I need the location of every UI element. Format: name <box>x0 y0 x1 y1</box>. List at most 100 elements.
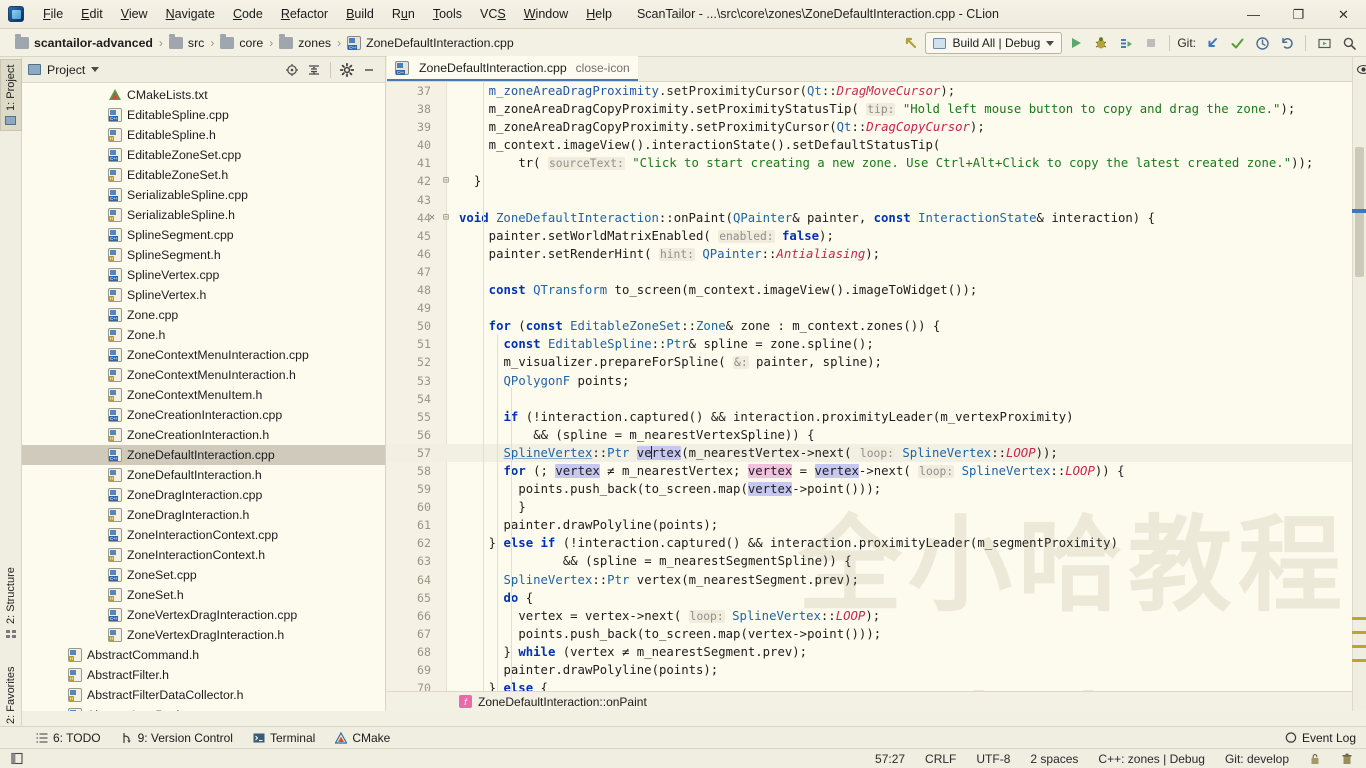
code-line[interactable]: 39 m_zoneAreaDragCopyProximity.setProximi… <box>387 118 1366 136</box>
code-line[interactable]: 58 for (; vertex ≠ m_nearestVertex; verte… <box>387 462 1366 480</box>
tree-file-item[interactable]: H ZoneCreationInteraction.h <box>22 425 385 445</box>
tree-file-item[interactable]: H ZoneDefaultInteraction.h <box>22 465 385 485</box>
code-line[interactable]: 68} while (vertex ≠ m_nearestSegment.pre… <box>387 643 1366 661</box>
collapse-all-icon[interactable] <box>304 60 324 80</box>
code-text[interactable]: && (spline = m_nearestSegmentSpline)) { <box>459 552 1366 570</box>
debug-icon[interactable] <box>1090 32 1112 54</box>
bottom-tab-cmake[interactable]: CMake <box>325 730 400 746</box>
code-text[interactable]: points.push_back(to_screen.map(vertex->p… <box>459 480 1366 498</box>
menu-item-code[interactable]: Code <box>224 4 272 24</box>
tree-file-item[interactable]: H SplineSegment.h <box>22 245 385 265</box>
project-file-tree[interactable]: CMakeLists.txt C++ EditableSpline.cpp H Edit… <box>22 83 385 711</box>
tree-file-item[interactable]: C++ SplineSegment.cpp <box>22 225 385 245</box>
code-line[interactable]: 40 m_context.imageView().interactionState… <box>387 136 1366 154</box>
code-fold-toggle-icon[interactable]: ⊟ <box>443 172 449 190</box>
tree-file-item[interactable]: C++ SplineVertex.cpp <box>22 265 385 285</box>
code-text[interactable]: } <box>459 498 1366 516</box>
run-with-coverage-icon[interactable] <box>1115 32 1137 54</box>
history-clock-icon[interactable] <box>1251 32 1273 54</box>
code-line[interactable]: 37 m_zoneAreaDragProximity.setProximityCu… <box>387 82 1366 100</box>
menu-item-file[interactable]: File <box>34 4 72 24</box>
menu-item-window[interactable]: Window <box>515 4 577 24</box>
code-line[interactable]: 57 SplineVertex::Ptr vertex(m_nearestVert… <box>387 443 1366 463</box>
git-branch[interactable]: Git: develop <box>1222 751 1292 767</box>
tree-file-item[interactable]: H AbstractFilter.h <box>22 665 385 685</box>
code-text[interactable]: && (spline = m_nearestVertexSpline)) { <box>459 426 1366 444</box>
code-text[interactable]: m_zoneAreaDragCopyProximity.setProximity… <box>459 100 1366 119</box>
code-line[interactable]: 45 painter.setWorldMatrixEnabled( enabled… <box>387 227 1366 245</box>
run-icon[interactable] <box>1065 32 1087 54</box>
code-text[interactable]: if (!interaction.captured() && interacti… <box>459 408 1366 426</box>
tree-file-item[interactable]: H ZoneInteractionContext.h <box>22 545 385 565</box>
tree-file-item[interactable]: C++ ZoneDefaultInteraction.cpp <box>22 445 385 465</box>
code-text[interactable]: m_context.imageView().interactionState()… <box>459 136 1366 154</box>
code-text[interactable]: void ZoneDefaultInteraction::onPaint(QPa… <box>459 209 1366 227</box>
close-icon[interactable]: close-icon <box>576 61 630 75</box>
code-line[interactable]: 46 painter.setRenderHint( hint: QPainter:… <box>387 245 1366 263</box>
code-line[interactable]: 47 <box>387 263 1366 281</box>
code-text[interactable]: SplineVertex::Ptr vertex(m_nearestSegmen… <box>459 571 1366 589</box>
code-line[interactable]: 69 painter.drawPolyline(points); <box>387 661 1366 679</box>
code-text[interactable]: points.push_back(to_screen.map(vertex->p… <box>459 625 1366 643</box>
editor-tab-zonedefaultinteraction[interactable]: ZoneDefaultInteraction.cpp close-icon <box>387 56 638 81</box>
code-text[interactable]: do { <box>459 589 1366 607</box>
code-text[interactable]: for (; vertex ≠ m_nearestVertex; vertex … <box>459 462 1366 481</box>
scroll-from-source-icon[interactable] <box>282 60 302 80</box>
file-encoding[interactable]: UTF-8 <box>973 751 1013 767</box>
code-line[interactable]: 59 points.push_back(to_screen.map(vertex-… <box>387 480 1366 498</box>
tree-file-item[interactable]: C++ ZoneInteractionContext.cpp <box>22 525 385 545</box>
code-line[interactable]: 55 if (!interaction.captured() && interac… <box>387 408 1366 426</box>
caret-position[interactable]: 57:27 <box>872 751 908 767</box>
breadcrumb-item-zones[interactable]: zones <box>276 34 334 51</box>
chevron-down-icon[interactable] <box>91 67 100 72</box>
source-code-lines[interactable]: 37 m_zoneAreaDragProximity.setProximityCu… <box>387 82 1366 691</box>
back-arrow-icon[interactable] <box>900 32 922 54</box>
inspections-eye-icon[interactable] <box>1353 59 1366 79</box>
sidebar-item-structure[interactable]: 2: Structure <box>0 557 22 643</box>
line-separator[interactable]: CRLF <box>922 751 959 767</box>
build-configuration[interactable]: C++: zones | Debug <box>1095 751 1208 767</box>
code-line[interactable]: 50 for (const EditableZoneSet::Zone& zone… <box>387 317 1366 335</box>
code-editor[interactable]: 37 m_zoneAreaDragProximity.setProximityCu… <box>387 82 1366 691</box>
code-text[interactable]: m_zoneAreaDragCopyProximity.setProximity… <box>459 118 1366 136</box>
run-configuration-selector[interactable]: Build All | Debug <box>925 32 1063 54</box>
tree-file-item[interactable]: H ZoneDragInteraction.h <box>22 505 385 525</box>
code-text[interactable]: for (const EditableZoneSet::Zone& zone :… <box>459 317 1366 335</box>
code-line[interactable]: 67 points.push_back(to_screen.map(vertex-… <box>387 625 1366 643</box>
code-text[interactable]: m_visualizer.prepareForSpline( &: painte… <box>459 353 1366 372</box>
code-text[interactable]: } else { <box>459 679 1366 691</box>
tree-file-item[interactable]: C++ AbstractIconPack.cpp <box>22 705 385 711</box>
tree-file-item[interactable]: H SplineVertex.h <box>22 285 385 305</box>
usage-marker-icon[interactable]: ✕ <box>429 209 435 227</box>
code-text[interactable]: m_zoneAreaDragProximity.setProximityCurs… <box>459 82 1366 100</box>
code-line[interactable]: 43 <box>387 191 1366 209</box>
code-text[interactable]: SplineVertex::Ptr vertex(m_nearestVertex… <box>459 444 1366 463</box>
tree-file-item[interactable]: C++ EditableZoneSet.cpp <box>22 145 385 165</box>
tree-file-item[interactable]: C++ SerializableSpline.cpp <box>22 185 385 205</box>
code-text[interactable]: painter.setWorldMatrixEnabled( enabled: … <box>459 227 1366 246</box>
code-text[interactable]: painter.drawPolyline(points); <box>459 516 1366 534</box>
tree-file-item[interactable]: C++ EditableSpline.cpp <box>22 105 385 125</box>
code-text[interactable]: painter.setRenderHint( hint: QPainter::A… <box>459 245 1366 264</box>
code-text[interactable]: painter.drawPolyline(points); <box>459 661 1366 679</box>
menu-item-build[interactable]: Build <box>337 4 383 24</box>
menu-item-help[interactable]: Help <box>577 4 621 24</box>
breadcrumb-item-project[interactable]: scantailor-advanced <box>12 34 156 51</box>
update-project-icon[interactable] <box>1201 32 1223 54</box>
tree-file-item[interactable]: H EditableZoneSet.h <box>22 165 385 185</box>
bottom-tab-todo[interactable]: 6: TODO <box>26 730 111 746</box>
code-line[interactable]: 56 && (spline = m_nearestVertexSpline)) { <box>387 426 1366 444</box>
code-line[interactable]: 38 m_zoneAreaDragCopyProximity.setProximi… <box>387 100 1366 118</box>
menu-item-run[interactable]: Run <box>383 4 424 24</box>
code-line[interactable]: 41 tr( sourceText: "Click to start creati… <box>387 154 1366 172</box>
tree-file-item[interactable]: H ZoneSet.h <box>22 585 385 605</box>
stop-icon[interactable] <box>1140 32 1162 54</box>
code-line[interactable]: 48 const QTransform to_screen(m_context.i… <box>387 281 1366 299</box>
menu-item-view[interactable]: View <box>112 4 157 24</box>
breadcrumb-item-core[interactable]: core <box>217 34 266 51</box>
indent-setting[interactable]: 2 spaces <box>1027 751 1081 767</box>
code-line[interactable]: 65 do { <box>387 589 1366 607</box>
editor-breadcrumb[interactable]: f ZoneDefaultInteraction::onPaint <box>387 691 1366 711</box>
breadcrumb-item-file[interactable]: ZoneDefaultInteraction.cpp <box>344 35 517 51</box>
code-line[interactable]: 54 <box>387 390 1366 408</box>
